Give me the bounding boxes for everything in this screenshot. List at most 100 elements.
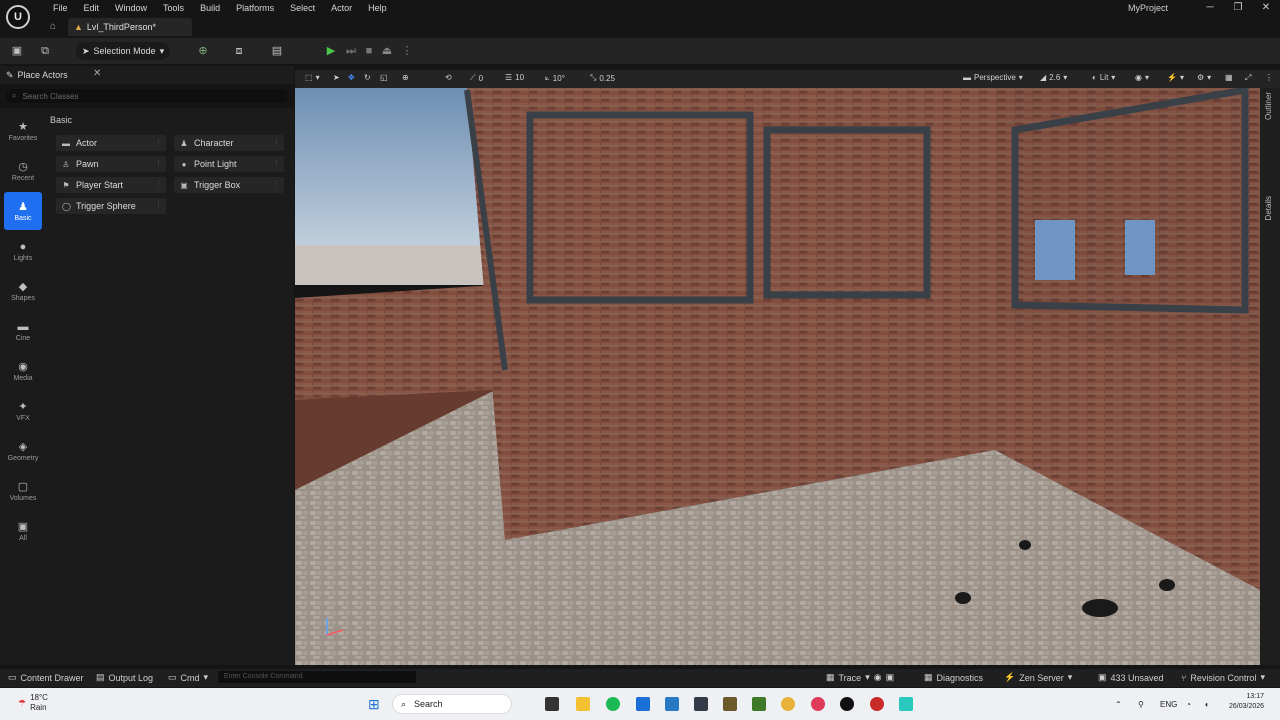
- browse-icon[interactable]: ⧉: [38, 44, 52, 58]
- actor-item-point-light[interactable]: ● Point Light ⋮: [174, 156, 284, 172]
- camera-speed-dropdown[interactable]: ◢ 2.6 ▾: [1040, 73, 1067, 82]
- add-actor-icon[interactable]: ⊕: [196, 44, 210, 58]
- minecraft-icon[interactable]: [752, 697, 766, 711]
- level-tab[interactable]: ▲ Lvl_ThirdPerson*: [68, 18, 192, 36]
- app-icon-5[interactable]: [870, 697, 884, 711]
- menu-select[interactable]: Select: [282, 2, 323, 14]
- transform-dropdown[interactable]: ⬚ ▾: [305, 73, 320, 82]
- selection-mode-dropdown[interactable]: ➤ Selection Mode ▾: [76, 42, 171, 60]
- category-geometry[interactable]: ◈ Geometry: [4, 432, 42, 470]
- category-media[interactable]: ◉ Media: [4, 352, 42, 390]
- volume-icon[interactable]: ◖: [1204, 700, 1209, 709]
- category-recent[interactable]: ◷ Recent: [4, 152, 42, 190]
- zen-server-button[interactable]: ⚡ Zen Server ▾: [1004, 672, 1072, 683]
- revision-control-button[interactable]: ⑂ Revision Control ▾: [1181, 672, 1265, 683]
- actor-item-trigger-sphere[interactable]: ◯ Trigger Sphere ⋮: [56, 198, 166, 214]
- app-icon-2[interactable]: [694, 697, 708, 711]
- category-favorites[interactable]: ★ Favorites: [4, 112, 42, 150]
- minimize-button[interactable]: ─: [1196, 0, 1224, 16]
- skip-icon[interactable]: ⏭: [344, 44, 358, 58]
- weather-widget[interactable]: ☂ 18°C Rain: [18, 693, 48, 713]
- details-tab[interactable]: Details: [1264, 196, 1273, 220]
- more-options-icon[interactable]: ⋮: [400, 44, 414, 58]
- search-classes-input[interactable]: ⌕ Search Classes: [6, 89, 288, 103]
- trace-dropdown[interactable]: ▦ Trace ▾ ◉ ▣: [826, 672, 894, 683]
- scale-tool-icon[interactable]: ◱: [380, 73, 388, 82]
- actor-item-pawn[interactable]: ♙ Pawn ⋮: [56, 156, 166, 172]
- taskbar-clock[interactable]: 13:17 26/03/2026: [1229, 692, 1264, 712]
- rotate-tool-icon[interactable]: ↻: [364, 73, 371, 82]
- menu-help[interactable]: Help: [360, 2, 395, 14]
- unreal-logo[interactable]: U: [6, 5, 30, 29]
- menu-window[interactable]: Window: [107, 2, 155, 14]
- category-vfx[interactable]: ✦ VFX: [4, 392, 42, 430]
- outliner-tab[interactable]: Outliner: [1264, 92, 1273, 120]
- tray-app-icon[interactable]: ⚲: [1138, 700, 1144, 709]
- app-icon-3[interactable]: [723, 697, 737, 711]
- maximize-button[interactable]: ❐: [1224, 0, 1252, 16]
- perspective-dropdown[interactable]: ▬ Perspective ▾: [963, 73, 1023, 82]
- grid-snap-toggle[interactable]: ⟋ 0: [470, 73, 483, 83]
- lit-dropdown[interactable]: ◐ Lit ▾: [1092, 73, 1115, 82]
- actor-item-actor[interactable]: ▬ Actor ⋮: [56, 135, 166, 151]
- task-view-icon[interactable]: [545, 697, 559, 711]
- realtime-dropdown[interactable]: ⚡ ▾: [1167, 73, 1184, 82]
- viewport-more-icon[interactable]: ⋮: [1265, 73, 1273, 82]
- menu-platforms[interactable]: Platforms: [228, 2, 282, 14]
- cmd-dropdown[interactable]: ▭ Cmd ▾: [168, 672, 208, 683]
- close-button[interactable]: ✕: [1252, 0, 1280, 16]
- chrome-icon[interactable]: [781, 697, 795, 711]
- diagnostics-button[interactable]: ▦ Diagnostics: [924, 672, 983, 683]
- home-icon[interactable]: ⌂: [50, 21, 56, 32]
- world-space-icon[interactable]: ⊕: [402, 73, 409, 82]
- app-icon-4[interactable]: [811, 697, 825, 711]
- surface-snap-icon[interactable]: ⟲: [445, 73, 452, 82]
- close-icon[interactable]: ✕: [93, 68, 101, 79]
- app-icon-6[interactable]: [899, 697, 913, 711]
- menu-edit[interactable]: Edit: [76, 2, 108, 14]
- menu-file[interactable]: File: [45, 2, 76, 14]
- output-log-button[interactable]: ▤ Output Log: [96, 672, 153, 683]
- windows-start-icon[interactable]: ⊞: [368, 696, 380, 713]
- spotify-icon[interactable]: [606, 697, 620, 711]
- console-command-input[interactable]: Enter Console Command: [218, 671, 416, 683]
- settings-dropdown[interactable]: ⚙ ▾: [1197, 73, 1211, 82]
- network-icon[interactable]: ◔: [1186, 700, 1191, 709]
- menu-actor[interactable]: Actor: [323, 2, 360, 14]
- save-icon[interactable]: ▣: [10, 44, 24, 58]
- move-tool-icon[interactable]: ✥: [348, 73, 355, 82]
- eject-icon[interactable]: ⏏: [380, 44, 394, 58]
- stop-icon[interactable]: ■: [362, 44, 376, 58]
- play-button[interactable]: ▶: [324, 44, 338, 58]
- layout-icon[interactable]: ▦: [1225, 73, 1233, 82]
- content-drawer-button[interactable]: ▭ Content Drawer: [8, 672, 84, 683]
- scale-snap-toggle[interactable]: ⤡ 0.25: [590, 73, 615, 83]
- select-tool-icon[interactable]: ➤: [333, 73, 340, 82]
- store-icon[interactable]: [665, 697, 679, 711]
- tray-overflow-icon[interactable]: ⌃: [1115, 700, 1122, 709]
- menu-tools[interactable]: Tools: [155, 2, 192, 14]
- translate-snap-toggle[interactable]: ☰ 10: [505, 73, 524, 82]
- actor-item-character[interactable]: ♟ Character ⋮: [174, 135, 284, 151]
- actor-item-player-start[interactable]: ⚑ Player Start ⋮: [56, 177, 166, 193]
- category-lights[interactable]: ● Lights: [4, 232, 42, 270]
- maximize-viewport-icon[interactable]: ⤢: [1245, 73, 1251, 83]
- category-all[interactable]: ▣ All: [4, 512, 42, 550]
- cinematics-icon[interactable]: ▤: [270, 44, 284, 58]
- category-cine[interactable]: ▬ Cine: [4, 312, 42, 350]
- category-basic[interactable]: ♟ Basic: [4, 192, 42, 230]
- rotate-snap-toggle[interactable]: ⟀ 10°: [545, 73, 565, 83]
- unsaved-button[interactable]: ▣ 433 Unsaved: [1098, 672, 1164, 683]
- show-flags-dropdown[interactable]: ◉ ▾: [1135, 73, 1149, 82]
- blueprint-icon[interactable]: ⧈: [232, 44, 246, 58]
- category-shapes[interactable]: ◆ Shapes: [4, 272, 42, 310]
- app-icon-1[interactable]: [636, 697, 650, 711]
- menu-build[interactable]: Build: [192, 2, 228, 14]
- unreal-engine-icon[interactable]: [840, 697, 854, 711]
- taskbar-search[interactable]: ⌕ Search: [392, 694, 512, 714]
- actor-item-trigger-box[interactable]: ▣ Trigger Box ⋮: [174, 177, 284, 193]
- category-volumes[interactable]: ▢ Volumes: [4, 472, 42, 510]
- level-viewport[interactable]: [295, 70, 1260, 665]
- language-indicator[interactable]: ENG: [1160, 700, 1177, 709]
- file-explorer-icon[interactable]: [576, 697, 590, 711]
